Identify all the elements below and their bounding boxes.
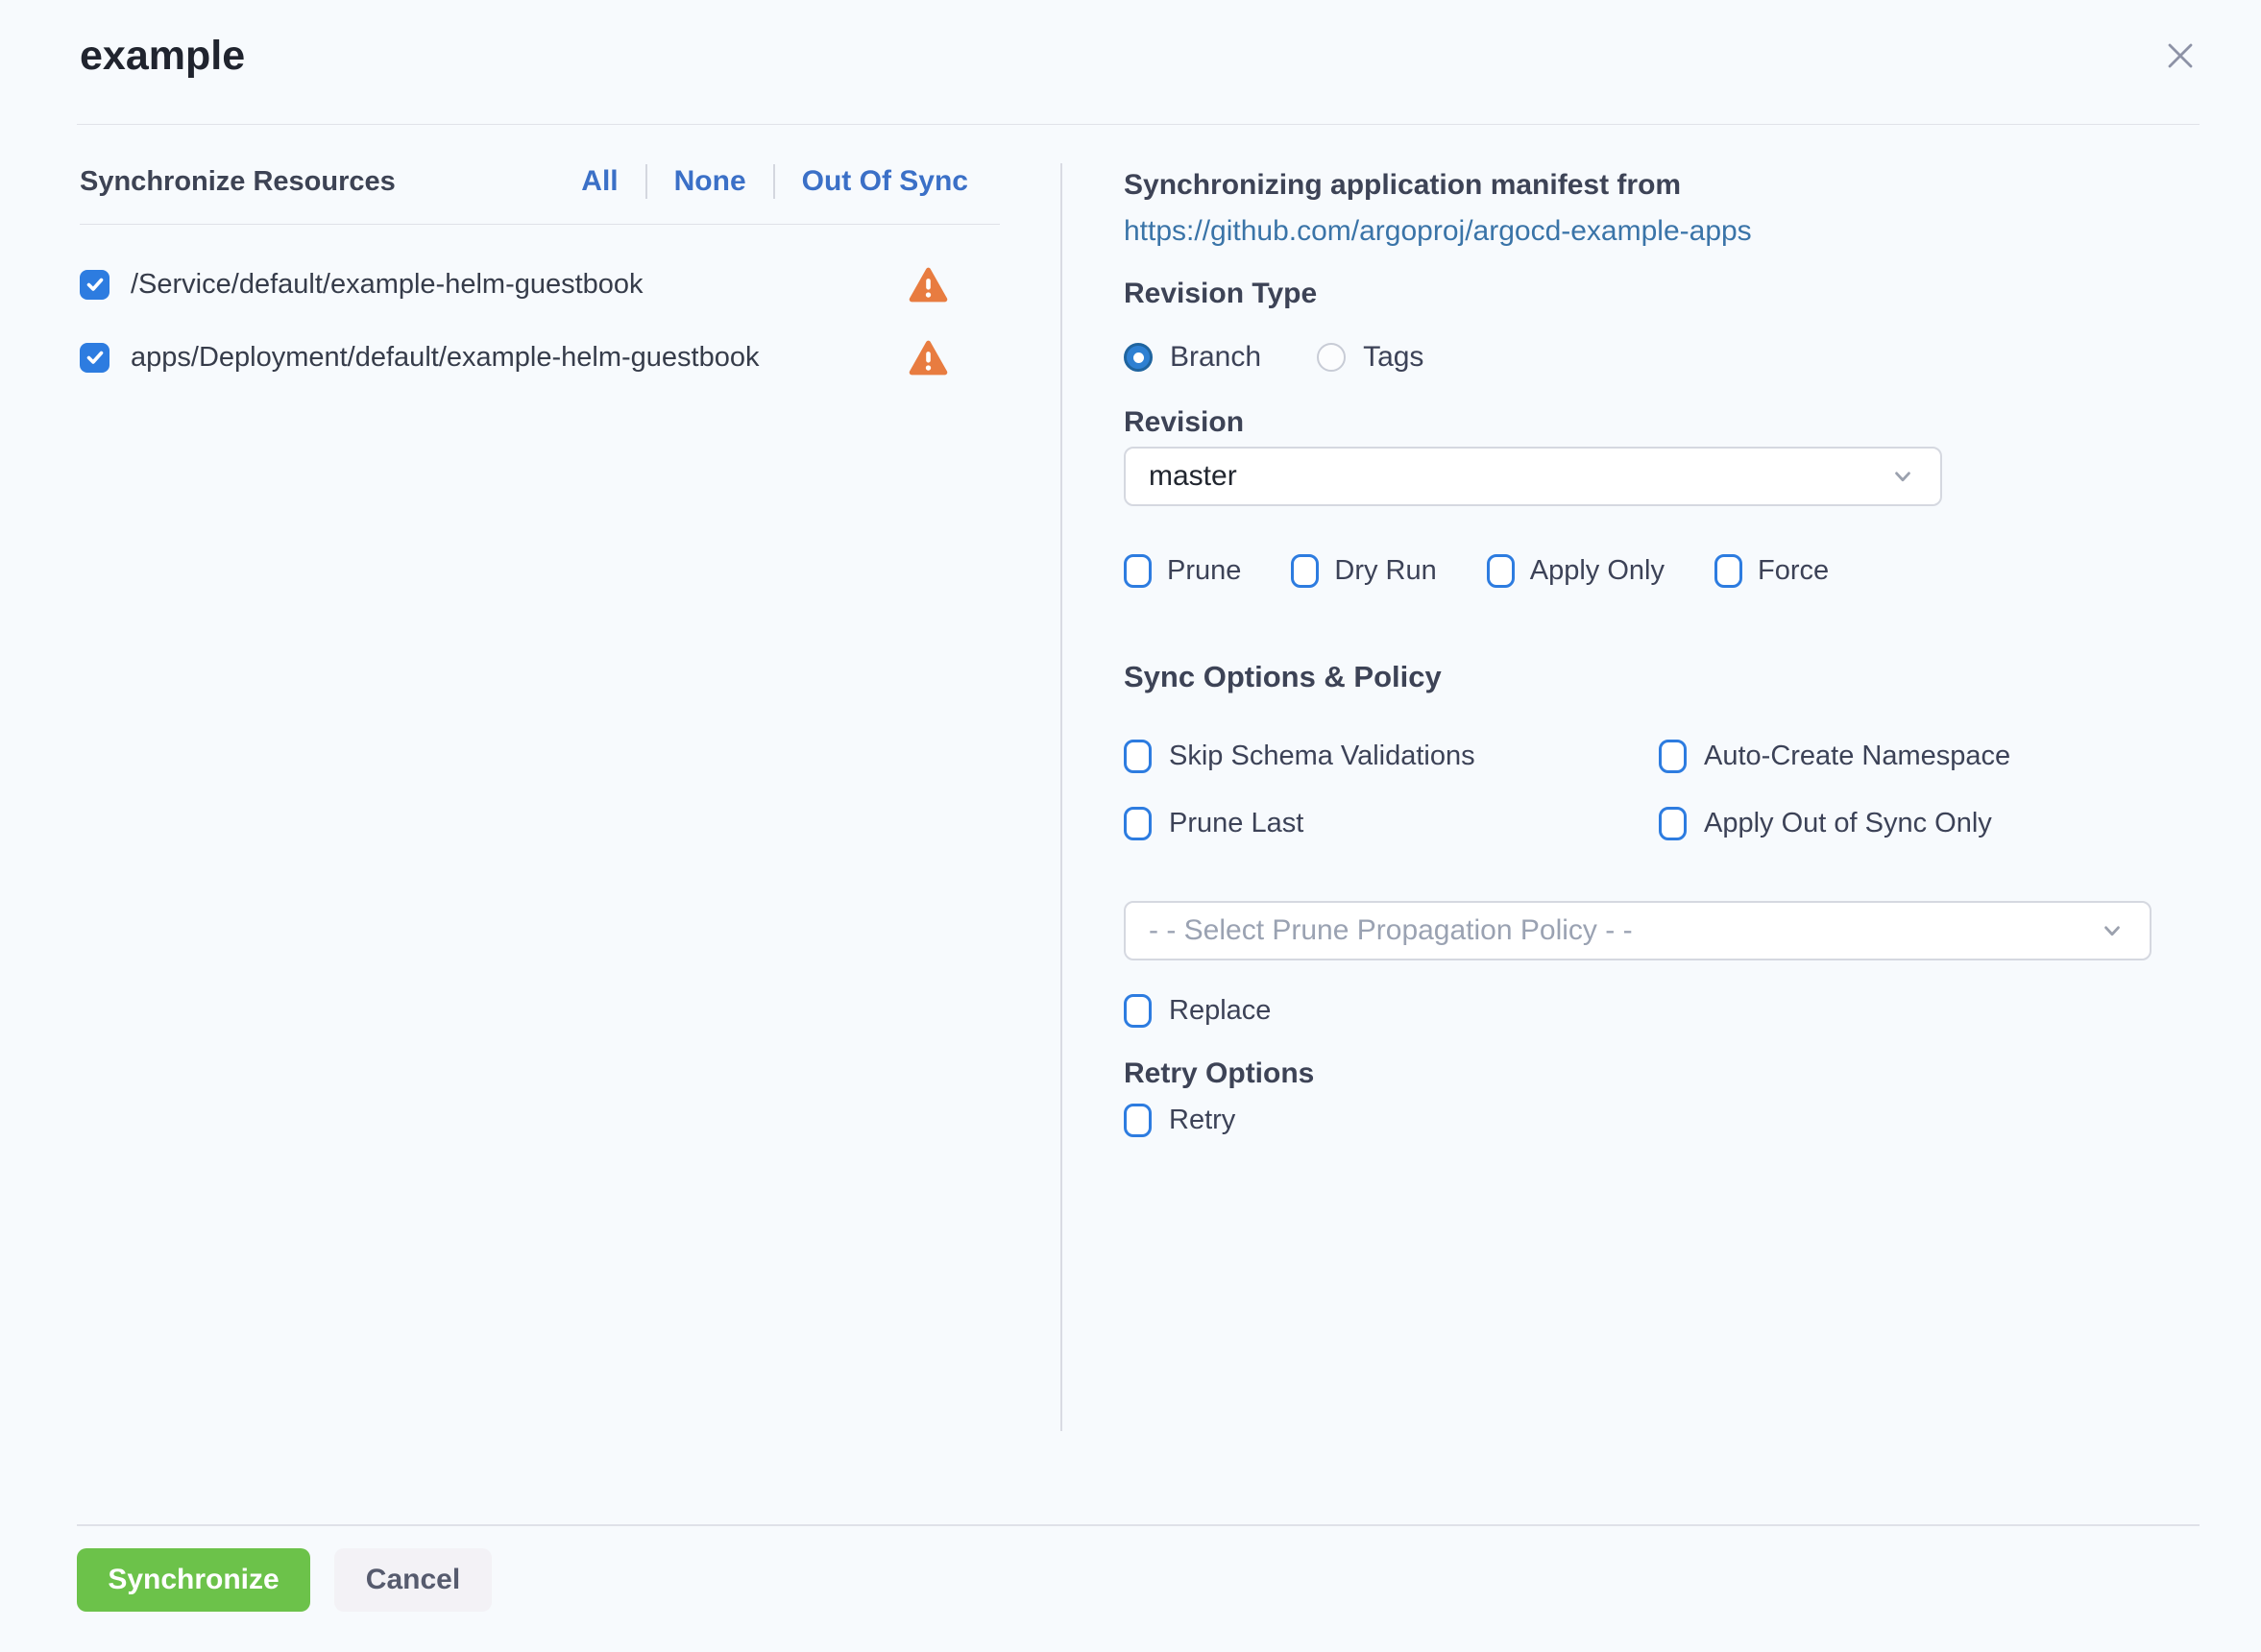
- footer-buttons: Synchronize Cancel: [77, 1548, 492, 1612]
- resources-heading: Synchronize Resources: [80, 166, 396, 198]
- revision-type-options: Branch Tags: [1124, 341, 2152, 374]
- flag-prune[interactable]: Prune: [1124, 554, 1241, 588]
- checkbox-unchecked: [1124, 1104, 1152, 1137]
- sync-flags-row: Prune Dry Run Apply Only Force: [1124, 554, 2152, 588]
- checkbox-unchecked: [1124, 554, 1152, 588]
- flag-apply-only[interactable]: Apply Only: [1487, 554, 1665, 588]
- synchronize-button[interactable]: Synchronize: [77, 1548, 310, 1612]
- checkbox-unchecked: [1659, 740, 1687, 773]
- option-replace[interactable]: Replace: [1124, 991, 2152, 1030]
- radio-unselected-icon: [1317, 343, 1346, 372]
- resource-label: apps/Deployment/default/example-helm-gue…: [131, 342, 759, 374]
- flag-dry-run[interactable]: Dry Run: [1291, 554, 1436, 588]
- manifest-heading: Synchronizing application manifest from: [1124, 166, 2152, 205]
- sync-settings-panel: Synchronizing application manifest from …: [1124, 124, 2152, 1139]
- policy-select-placeholder: - - Select Prune Propagation Policy - -: [1149, 914, 1633, 947]
- resource-row[interactable]: apps/Deployment/default/example-helm-gue…: [80, 336, 1000, 378]
- checkbox-unchecked: [1487, 554, 1515, 588]
- checkbox-checked[interactable]: [80, 270, 109, 300]
- checkbox-checked[interactable]: [80, 343, 109, 373]
- resource-label: /Service/default/example-helm-guestbook: [131, 269, 644, 301]
- checkbox-unchecked: [1124, 807, 1152, 840]
- chevron-down-icon: [1888, 462, 1917, 491]
- resource-list: /Service/default/example-helm-guestbook …: [80, 225, 1000, 378]
- close-icon: [2159, 35, 2201, 77]
- resources-header: Synchronize Resources All None Out Of Sy…: [80, 124, 1000, 225]
- revision-type-label: Revision Type: [1124, 276, 2152, 312]
- checkmark-icon: [84, 273, 107, 296]
- tab-separator: [645, 164, 647, 199]
- warning-triangle-icon: [909, 267, 948, 303]
- option-apply-out-of-sync-only[interactable]: Apply Out of Sync Only: [1659, 803, 2152, 843]
- radio-branch-label: Branch: [1170, 341, 1261, 374]
- flag-force[interactable]: Force: [1714, 554, 1829, 588]
- revision-select[interactable]: master: [1124, 447, 1942, 506]
- prune-propagation-policy-select[interactable]: - - Select Prune Propagation Policy - -: [1124, 901, 2152, 960]
- option-prune-last[interactable]: Prune Last: [1124, 803, 1659, 843]
- filter-tab-none[interactable]: None: [674, 165, 746, 198]
- tab-separator: [773, 164, 775, 199]
- warning-triangle-icon: [909, 340, 948, 376]
- cancel-button[interactable]: Cancel: [334, 1548, 492, 1612]
- resource-filter-tabs: All None Out Of Sync: [581, 164, 1000, 199]
- checkbox-unchecked: [1124, 740, 1152, 773]
- footer-divider: [77, 1524, 2200, 1526]
- checkbox-unchecked: [1714, 554, 1742, 588]
- sync-options-heading: Sync Options & Policy: [1124, 657, 2152, 697]
- checkbox-unchecked: [1124, 994, 1152, 1028]
- radio-selected-icon: [1124, 343, 1153, 372]
- sync-options-grid: Skip Schema Validations Auto-Create Name…: [1124, 736, 2152, 843]
- filter-tab-out-of-sync[interactable]: Out Of Sync: [802, 165, 968, 198]
- filter-tab-all[interactable]: All: [581, 165, 618, 198]
- chevron-down-icon: [2098, 916, 2127, 945]
- synchronize-resources-panel: Synchronize Resources All None Out Of Sy…: [80, 124, 1000, 378]
- page-title: example: [80, 33, 245, 80]
- checkmark-icon: [84, 346, 107, 369]
- option-skip-schema-validations[interactable]: Skip Schema Validations: [1124, 736, 1659, 776]
- revision-select-value: master: [1149, 460, 1237, 493]
- option-auto-create-namespace[interactable]: Auto-Create Namespace: [1659, 736, 2152, 776]
- revision-label: Revision: [1124, 404, 2152, 441]
- option-retry[interactable]: Retry: [1124, 1101, 2152, 1139]
- close-button[interactable]: [2153, 29, 2207, 83]
- resource-row[interactable]: /Service/default/example-helm-guestbook: [80, 263, 1000, 305]
- radio-tags[interactable]: Tags: [1317, 341, 1423, 374]
- retry-options-heading: Retry Options: [1124, 1055, 2152, 1093]
- radio-branch[interactable]: Branch: [1124, 341, 1261, 374]
- checkbox-unchecked: [1659, 807, 1687, 840]
- repository-link[interactable]: https://github.com/argoproj/argocd-examp…: [1124, 210, 2152, 253]
- panel-divider: [1060, 163, 1062, 1431]
- radio-tags-label: Tags: [1363, 341, 1423, 374]
- checkbox-unchecked: [1291, 554, 1319, 588]
